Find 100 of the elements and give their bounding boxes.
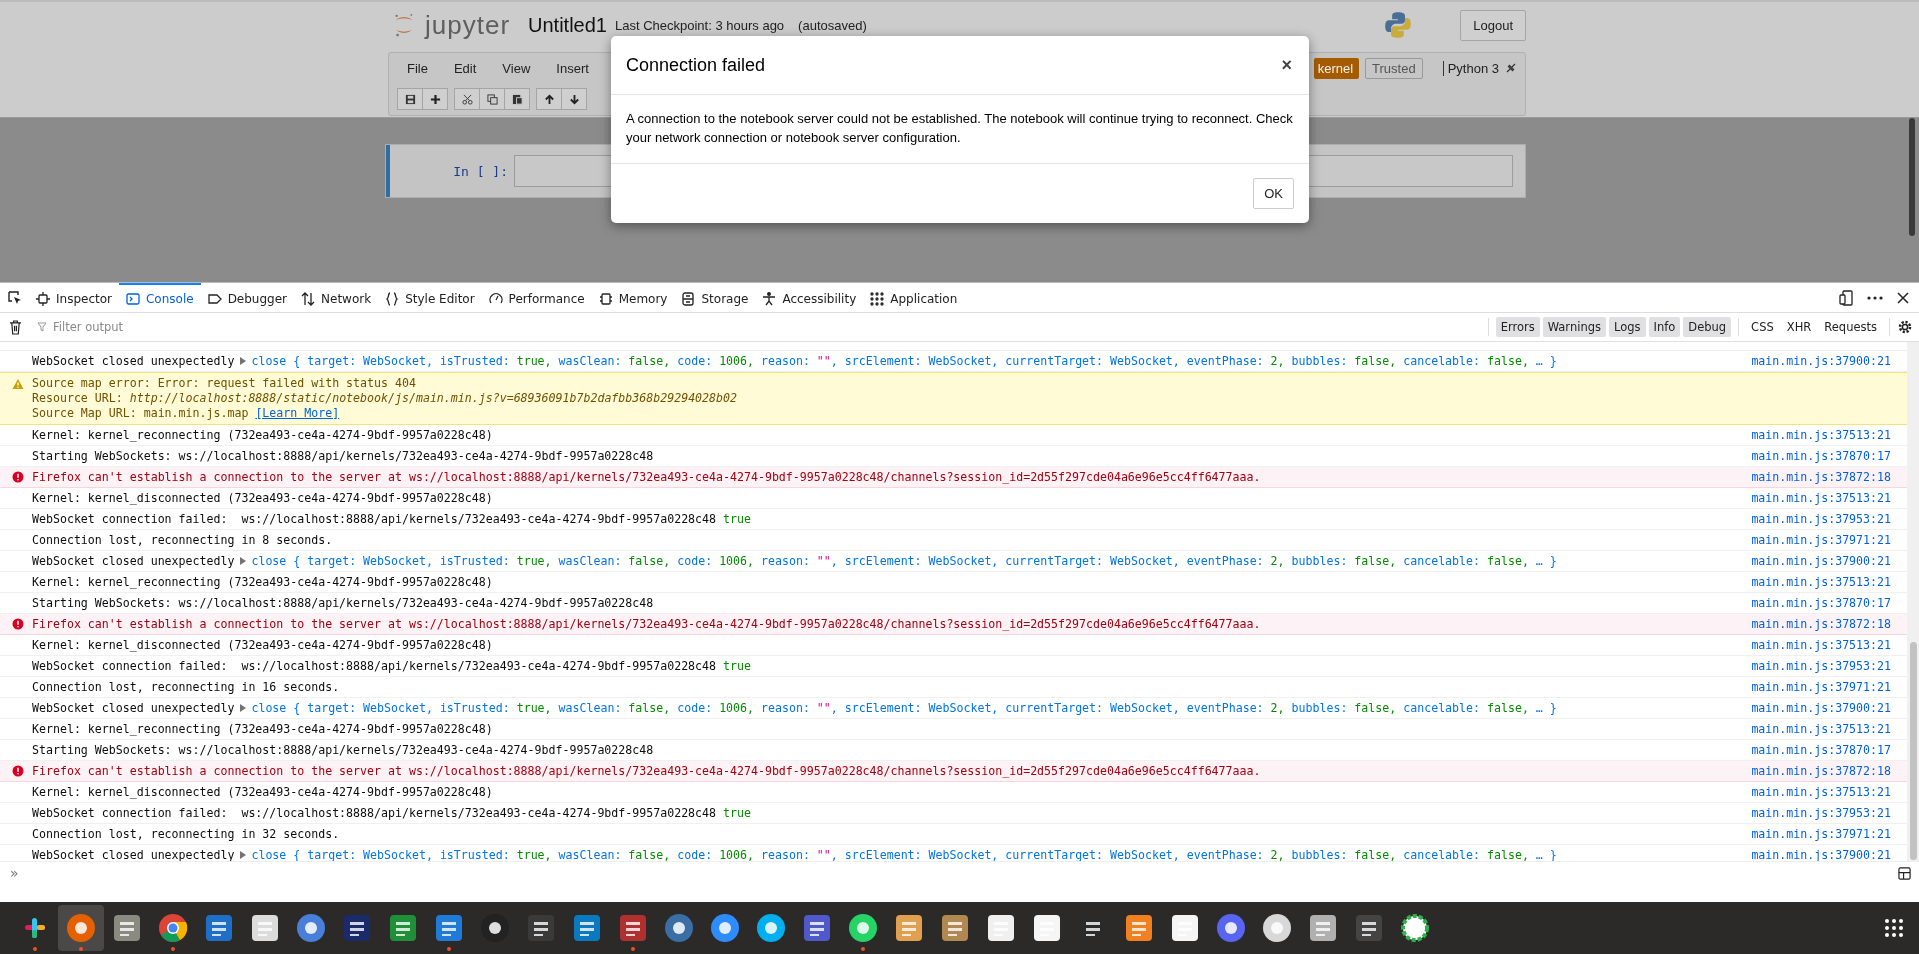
- devtools-tab[interactable]: Console: [119, 283, 201, 312]
- move-down-button[interactable]: [561, 88, 587, 110]
- source-link[interactable]: main.min.js:37953:21: [1751, 806, 1891, 820]
- copy-button[interactable]: [479, 88, 505, 110]
- request-filter-toggle[interactable]: Requests: [1819, 317, 1882, 337]
- ok-button[interactable]: OK: [1253, 178, 1294, 209]
- arrow-down-icon: [568, 93, 580, 105]
- save-button[interactable]: [397, 88, 423, 110]
- move-up-button[interactable]: [536, 88, 562, 110]
- cut-button[interactable]: [454, 88, 480, 110]
- insert-cell-button[interactable]: [422, 88, 448, 110]
- close-button[interactable]: ×: [1279, 54, 1294, 76]
- source-link[interactable]: main.min.js:37971:21: [1751, 680, 1891, 694]
- source-link[interactable]: main.min.js:37513:21: [1751, 638, 1891, 652]
- devtools-tab[interactable]: Performance: [481, 283, 592, 312]
- devtools-tab[interactable]: Application: [863, 283, 965, 312]
- app-icon: [664, 913, 694, 943]
- element-picker-icon[interactable]: [7, 289, 23, 306]
- source-link[interactable]: main.min.js:37870:17: [1751, 743, 1891, 757]
- source-link[interactable]: main.min.js:37971:21: [1751, 827, 1891, 841]
- source-link[interactable]: main.min.js:37513:21: [1751, 491, 1891, 505]
- app-icon: [158, 913, 188, 943]
- source-link[interactable]: main.min.js:37872:18: [1751, 617, 1891, 631]
- menu-item[interactable]: Edit: [443, 60, 487, 76]
- request-filter-toggle[interactable]: CSS: [1746, 317, 1779, 337]
- menu-item[interactable]: File: [397, 60, 438, 76]
- paste-button[interactable]: [504, 88, 530, 110]
- menu-item[interactable]: View: [492, 60, 541, 76]
- devtools-tab[interactable]: Inspector: [29, 283, 119, 312]
- console-scrollbar[interactable]: [1907, 342, 1919, 861]
- log-level-toggle[interactable]: Debug: [1683, 317, 1732, 337]
- devtools-tab[interactable]: Style Editor: [378, 283, 482, 312]
- clear-console-icon[interactable]: [9, 319, 22, 335]
- settings-icon[interactable]: [1897, 319, 1913, 335]
- log-level-toggle[interactable]: Warnings: [1542, 317, 1606, 337]
- source-link[interactable]: main.min.js:37513:21: [1751, 575, 1891, 589]
- close-icon[interactable]: [1897, 291, 1909, 304]
- source-link[interactable]: main.min.js:37953:21: [1751, 512, 1891, 526]
- devtools-tab[interactable]: Network: [294, 283, 379, 312]
- editor-mode-icon[interactable]: [1898, 866, 1911, 880]
- source-link[interactable]: main.min.js:37900:21: [1751, 554, 1891, 568]
- app-icon: [66, 913, 96, 943]
- console-message: Kernel: kernel_disconnected (732ea493-ce4a-4274-9bdf-9957a0228c48): [32, 785, 493, 799]
- app-icon: [388, 913, 418, 943]
- console-message: WebSocket connection failed: ws://localhost:8888/api/kernels/732ea493-ce4a-4274-9bdf-9957a0228c48: [32, 512, 717, 526]
- request-filter-toggle[interactable]: XHR: [1781, 317, 1817, 337]
- source-link[interactable]: main.min.js:37870:17: [1751, 596, 1891, 610]
- expand-triangle-icon[interactable]: [240, 557, 247, 565]
- console-message: WebSocket closed unexpectedly: [32, 701, 235, 715]
- object-preview[interactable]: close { target: WebSocket, isTrusted: true, wasClean: false, code: 1006, reason: "", srcElement: WebSocket, currentTarget: WebSocket, eventPhase: 2, bubbles: false, cancelable: false, … }: [251, 354, 1557, 368]
- expand-triangle-icon[interactable]: [240, 704, 247, 712]
- devtools-tab[interactable]: Storage: [674, 283, 756, 312]
- logout-button[interactable]: Logout: [1460, 9, 1526, 41]
- app-grid-icon[interactable]: [1885, 919, 1903, 937]
- expand-triangle-icon[interactable]: [240, 851, 247, 859]
- page-scrollbar[interactable]: [1909, 118, 1917, 236]
- error-icon: [12, 618, 24, 630]
- source-link[interactable]: main.min.js:37900:21: [1751, 848, 1891, 861]
- source-link[interactable]: main.min.js:37513:21: [1751, 428, 1891, 442]
- object-preview[interactable]: close { target: WebSocket, isTrusted: true, wasClean: false, code: 1006, reason: "", srcElement: WebSocket, currentTarget: WebSocket, eventPhase: 2, bubbles: false, cancelable: false, … }: [251, 701, 1557, 715]
- app-icon: [112, 913, 142, 943]
- app-icon: [1262, 913, 1292, 943]
- log-level-toggle[interactable]: Errors: [1495, 317, 1540, 337]
- object-preview[interactable]: close { target: WebSocket, isTrusted: true, wasClean: false, code: 1006, reason: "", srcElement: WebSocket, currentTarget: WebSocket, eventPhase: 2, bubbles: false, cancelable: false, … }: [251, 554, 1557, 568]
- source-link[interactable]: main.min.js:37513:21: [1751, 722, 1891, 736]
- console-icon: [126, 291, 140, 306]
- console-prompt[interactable]: »: [10, 865, 19, 881]
- source-link[interactable]: main.min.js:37953:21: [1751, 659, 1891, 673]
- app-icon: [1400, 913, 1430, 943]
- devtools-tab[interactable]: Memory: [591, 283, 675, 312]
- source-link[interactable]: main.min.js:37900:21: [1751, 354, 1891, 368]
- responsive-mode-icon[interactable]: [1839, 289, 1853, 306]
- app-icon: [1032, 913, 1062, 943]
- boolean-value: true: [723, 659, 751, 673]
- taskbar-app[interactable]: [58, 905, 104, 951]
- source-link[interactable]: main.min.js:37872:18: [1751, 470, 1891, 484]
- source-link[interactable]: main.min.js:37872:18: [1751, 764, 1891, 778]
- log-level-toggle[interactable]: Logs: [1608, 317, 1646, 337]
- filter-field[interactable]: Filter output: [51, 319, 1481, 335]
- log-level-toggle[interactable]: Info: [1648, 317, 1681, 337]
- devtools-tab[interactable]: Accessibility: [755, 283, 864, 312]
- app-icon: [848, 913, 878, 943]
- menu-item[interactable]: Insert: [546, 60, 599, 76]
- object-preview[interactable]: close { target: WebSocket, isTrusted: true, wasClean: false, code: 1006, reason: "", srcElement: WebSocket, currentTarget: WebSocket, eventPhase: 2, bubbles: false, cancelable: false, … }: [251, 848, 1557, 861]
- source-link[interactable]: main.min.js:37513:21: [1751, 785, 1891, 799]
- trusted-badge[interactable]: Trusted: [1365, 57, 1423, 79]
- expand-triangle-icon[interactable]: [240, 357, 247, 365]
- learn-more-link[interactable]: [Learn More]: [255, 406, 340, 420]
- storage-icon: [681, 291, 696, 306]
- devtools-tab[interactable]: Debugger: [200, 283, 295, 312]
- source-link[interactable]: main.min.js:37900:21: [1751, 701, 1891, 715]
- source-link[interactable]: main.min.js:37870:17: [1751, 449, 1891, 463]
- source-link[interactable]: main.min.js:37971:21: [1751, 533, 1891, 547]
- dot-grid-icon: [870, 291, 885, 306]
- jupyter-logo-text: jupyter: [425, 9, 511, 41]
- more-options-icon[interactable]: [1867, 295, 1883, 300]
- notebook-name[interactable]: Untitled1: [528, 13, 607, 37]
- paste-icon: [511, 93, 523, 105]
- warning-resource-url: Resource URL: http://localhost:8888/static/notebook/js/main.min.js?v=68936091b7b2dafbb368b29294028b02: [32, 391, 737, 406]
- warning-source-map: Source Map URL: main.min.js.map [Learn More]: [32, 406, 341, 421]
